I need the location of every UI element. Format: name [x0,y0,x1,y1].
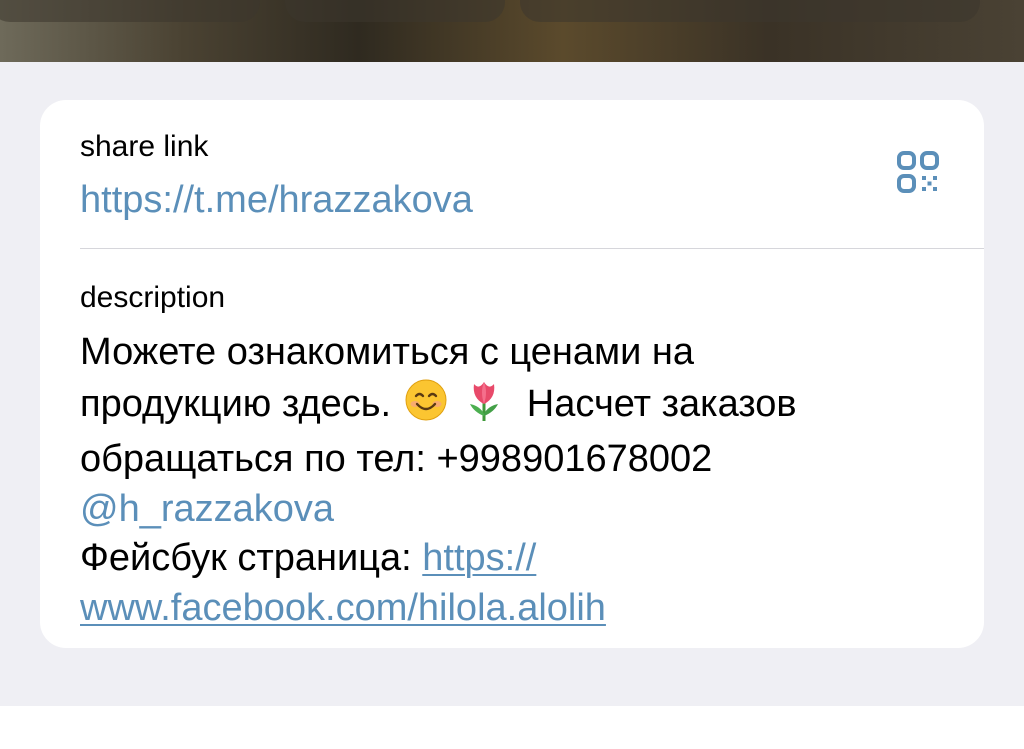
facebook-link[interactable]: https:// [422,537,536,579]
smiling-face-icon [404,378,448,436]
description-text: Можете ознакомиться с ценами на продукци… [80,328,960,633]
info-card: share link https://t.me/hrazzakova descr… [40,100,984,648]
tulip-icon [462,378,506,436]
row-divider [80,248,984,249]
header-blur-shape [285,0,505,22]
qr-code-icon[interactable] [892,148,948,204]
description-line: Можете ознакомиться с ценами на [80,331,695,373]
description-line: обращаться по тел: +998901678002 [80,438,713,480]
mention-link[interactable]: @h_razzakova [80,488,334,530]
description-line: www.facebook.com/hilola.alolih [80,584,960,634]
description-label: description [80,281,226,314]
facebook-link[interactable]: www.facebook.com/hilola.alolih [80,587,606,629]
header-blur-shape [520,0,980,22]
share-link-url[interactable]: https://t.me/hrazzakova [80,178,473,222]
header-blur-shape [0,0,260,22]
description-line: Фейсбук страница: https:// [80,537,537,579]
profile-header-photo [0,0,1024,62]
description-line: продукцию здесь. Насчет заказов [80,378,960,436]
description-line: @h_razzakova [80,485,960,535]
bottom-section [0,706,1024,749]
share-link-label: share link [80,130,209,163]
